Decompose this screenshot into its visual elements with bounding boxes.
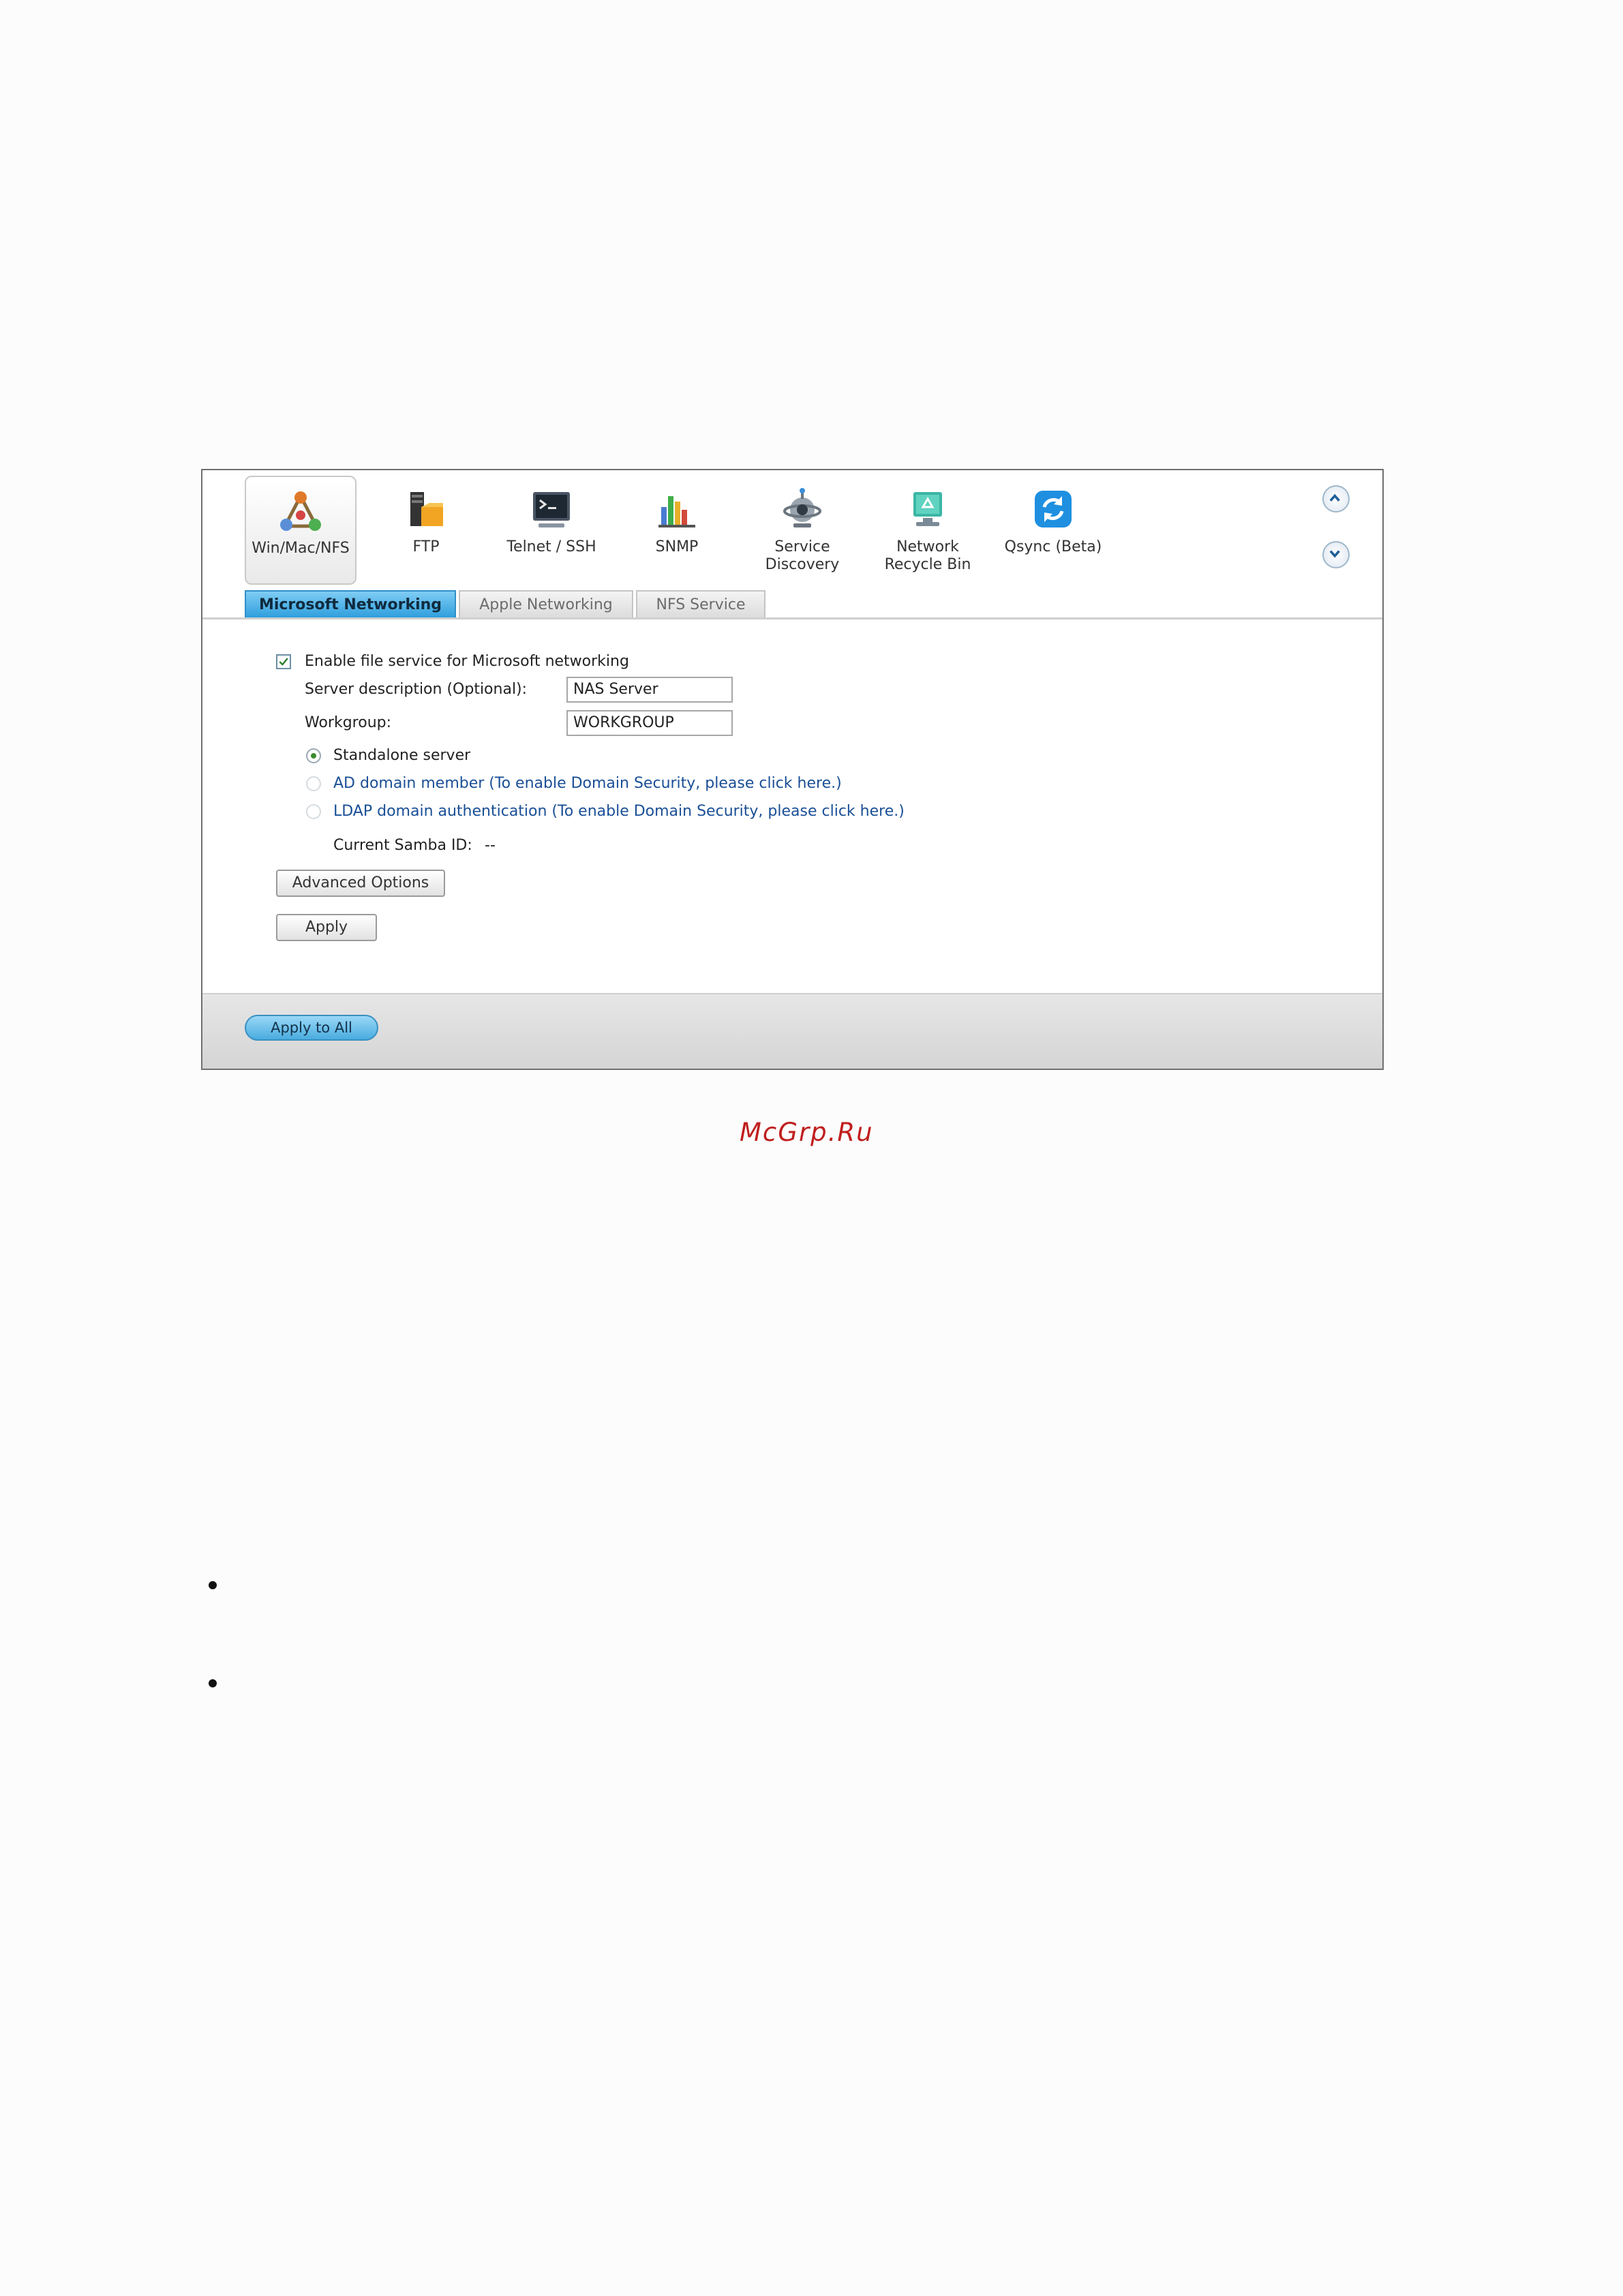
service-toolbar: Win/Mac/NFS FTP Telnet / SSH SNMP Servic… bbox=[202, 470, 1382, 620]
service-label: Win/Mac/NFS bbox=[252, 540, 350, 557]
server-description-input[interactable]: NAS Server bbox=[566, 677, 733, 703]
service-network-recycle-bin[interactable]: Network Recycle Bin bbox=[872, 476, 984, 585]
chevron-up-icon bbox=[1329, 493, 1340, 502]
service-win-mac-nfs[interactable]: Win/Mac/NFS bbox=[245, 476, 357, 585]
service-service-discovery[interactable]: Service Discovery bbox=[746, 476, 858, 585]
ad-domain-link[interactable]: AD domain member (To enable Domain Secur… bbox=[333, 774, 842, 793]
workgroup-input[interactable]: WORKGROUP bbox=[566, 710, 733, 736]
service-snmp[interactable]: SNMP bbox=[621, 476, 733, 585]
standalone-server-radio[interactable] bbox=[306, 748, 321, 763]
apply-button[interactable]: Apply bbox=[276, 914, 377, 941]
samba-id-value: -- bbox=[485, 837, 496, 854]
service-telnet-ssh[interactable]: Telnet / SSH bbox=[496, 476, 607, 585]
tab-apple-networking[interactable]: Apple Networking bbox=[459, 590, 633, 617]
snmp-chart-icon bbox=[658, 496, 695, 527]
standalone-server-label: Standalone server bbox=[333, 747, 471, 764]
service-qsync[interactable]: Qsync (Beta) bbox=[997, 476, 1109, 585]
terminal-icon bbox=[533, 492, 570, 527]
checkmark-icon bbox=[279, 658, 288, 666]
scroll-down-button[interactable] bbox=[1322, 541, 1350, 568]
win-mac-nfs-icon bbox=[280, 491, 321, 531]
samba-id-label: Current Samba ID: bbox=[333, 837, 472, 854]
chevron-down-icon bbox=[1329, 550, 1340, 558]
service-label: Service Discovery bbox=[765, 538, 840, 573]
recycle-bin-icon bbox=[913, 492, 942, 526]
advanced-options-button[interactable]: Advanced Options bbox=[276, 870, 445, 897]
service-label: FTP bbox=[412, 538, 440, 555]
service-label: Network Recycle Bin bbox=[884, 538, 971, 573]
scroll-up-button[interactable] bbox=[1322, 485, 1350, 512]
qsync-icon bbox=[1035, 491, 1072, 527]
service-ftp[interactable]: FTP bbox=[370, 476, 482, 585]
microsoft-networking-form: Enable file service for Microsoft networ… bbox=[202, 619, 1382, 993]
server-description-label: Server description (Optional): bbox=[305, 681, 528, 698]
ftp-icon bbox=[410, 492, 443, 526]
tab-nfs-service[interactable]: NFS Service bbox=[636, 590, 765, 617]
settings-panel: Win/Mac/NFS FTP Telnet / SSH SNMP Servic… bbox=[201, 469, 1384, 1070]
ad-domain-radio[interactable] bbox=[306, 776, 321, 791]
ldap-domain-radio[interactable] bbox=[306, 804, 321, 819]
service-label: Telnet / SSH bbox=[506, 538, 596, 555]
enable-checkbox[interactable] bbox=[276, 654, 291, 669]
panel-footer: Apply to All bbox=[202, 993, 1382, 1069]
bullet-point bbox=[209, 1581, 217, 1589]
service-discovery-icon bbox=[783, 488, 821, 527]
watermark: McGrp.Ru bbox=[740, 1118, 874, 1147]
bullet-point bbox=[209, 1679, 217, 1687]
service-label: Qsync (Beta) bbox=[1004, 538, 1102, 555]
ldap-domain-link[interactable]: LDAP domain authentication (To enable Do… bbox=[333, 802, 905, 821]
tab-microsoft-networking[interactable]: Microsoft Networking bbox=[245, 590, 456, 617]
enable-label: Enable file service for Microsoft networ… bbox=[305, 653, 629, 670]
workgroup-label: Workgroup: bbox=[305, 714, 392, 731]
service-label: SNMP bbox=[655, 538, 699, 555]
apply-to-all-button[interactable]: Apply to All bbox=[245, 1015, 378, 1041]
